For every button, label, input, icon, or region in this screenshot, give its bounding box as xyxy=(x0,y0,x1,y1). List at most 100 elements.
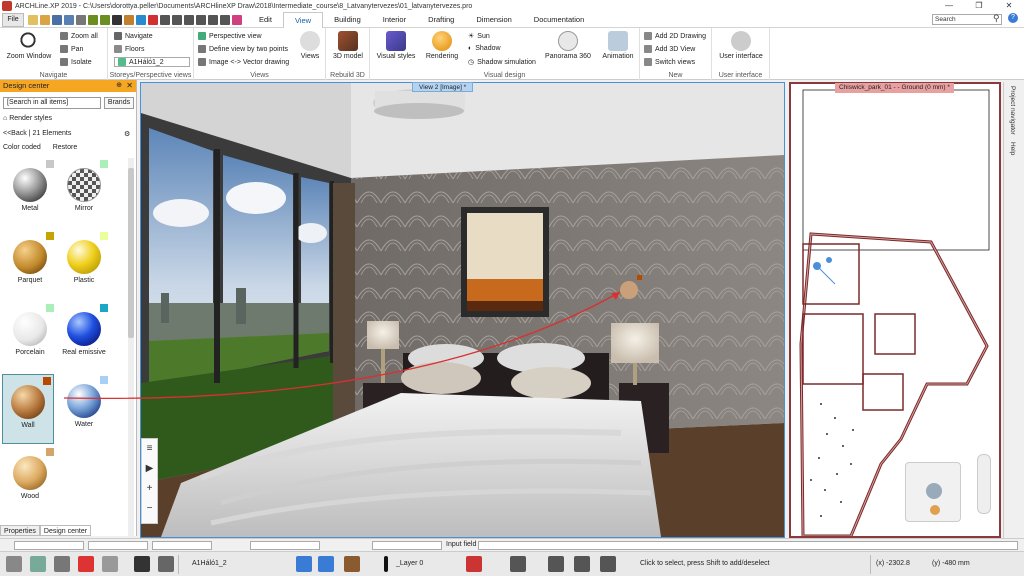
brush-icon[interactable] xyxy=(124,14,134,25)
material-mirror[interactable]: Mirror xyxy=(58,158,110,228)
animation-button[interactable]: Animation xyxy=(598,31,638,60)
image-vector-button[interactable]: Image <-> Vector drawing xyxy=(198,58,289,66)
design-center-search-input[interactable]: [Search in all items] xyxy=(3,97,101,109)
print-icon[interactable] xyxy=(76,14,86,25)
3d-model-button[interactable]: 3D model xyxy=(329,31,367,60)
zoom-all-button[interactable]: Zoom all xyxy=(60,32,98,40)
zoom-window-button[interactable]: Zoom Window xyxy=(5,31,53,60)
material-parquet[interactable]: Parquet xyxy=(4,230,56,300)
material-metal[interactable]: Metal xyxy=(4,158,56,228)
select-cursor-icon[interactable] xyxy=(134,556,150,572)
status-view-select[interactable]: A1Háló1_2 xyxy=(192,560,227,567)
delete-icon[interactable] xyxy=(148,14,158,25)
dimension-icon[interactable] xyxy=(208,14,218,25)
transform-icon[interactable] xyxy=(548,556,564,572)
magnet-icon[interactable] xyxy=(78,556,94,572)
save-icon[interactable] xyxy=(52,14,62,25)
sun-button[interactable]: ☀ Sun xyxy=(468,32,490,41)
tab-design-center[interactable]: Design center xyxy=(39,525,92,536)
eraser-icon[interactable] xyxy=(466,556,482,572)
arrow-up-icon[interactable] xyxy=(296,556,312,572)
rendering-button[interactable]: Rendering xyxy=(422,31,462,60)
offset-icon[interactable] xyxy=(196,14,206,25)
shadow-simulation-button[interactable]: ◷ Shadow simulation xyxy=(468,58,536,67)
link-icon[interactable] xyxy=(600,556,616,572)
navigation-cube[interactable] xyxy=(905,462,961,522)
command-field-2[interactable] xyxy=(88,541,148,550)
shadow-button[interactable]: ◐ Shadow xyxy=(468,45,501,52)
snap-icon[interactable] xyxy=(30,556,46,572)
pan-button[interactable]: Pan xyxy=(60,45,83,53)
list-icon[interactable]: ≡ xyxy=(142,439,157,459)
floors-button[interactable]: Floors xyxy=(114,45,144,53)
switch-views-button[interactable]: Switch views xyxy=(644,58,695,66)
tab-documentation[interactable]: Documentation xyxy=(523,12,595,28)
layer-name[interactable]: _Layer 0 xyxy=(396,560,423,567)
paint-icon[interactable] xyxy=(232,14,242,25)
sphere-view-icon[interactable] xyxy=(930,505,940,515)
pen-icon[interactable] xyxy=(510,556,526,572)
perspective-view-button[interactable]: Perspective view xyxy=(198,32,262,40)
material-real-emissive[interactable]: Real emissive xyxy=(58,302,110,372)
close-button[interactable]: ✕ xyxy=(994,0,1024,12)
3d-view-window[interactable]: View 2 [Image] * ≡ ▶ + − xyxy=(140,82,785,538)
hammer-small-icon[interactable] xyxy=(344,556,360,572)
close-panel-icon[interactable]: ✕ xyxy=(126,80,133,92)
views-button[interactable]: Views xyxy=(296,31,324,60)
material-plastic[interactable]: Plastic xyxy=(58,230,110,300)
tab-building[interactable]: Building xyxy=(323,12,372,28)
tab-drafting[interactable]: Drafting xyxy=(417,12,465,28)
play-icon[interactable]: ▶ xyxy=(142,459,157,479)
command-field-1[interactable] xyxy=(14,541,84,550)
tab-dimension[interactable]: Dimension xyxy=(465,12,522,28)
zoom-slider[interactable] xyxy=(977,454,991,514)
material-water[interactable]: Water xyxy=(58,374,110,444)
tab-interior[interactable]: Interior xyxy=(372,12,417,28)
project-navigator-tab[interactable]: Project navigator xyxy=(1009,86,1016,135)
tab-view[interactable]: View xyxy=(282,11,324,28)
zoom-in-icon[interactable]: + xyxy=(142,479,157,499)
undo-icon[interactable] xyxy=(88,14,98,25)
grid-settings-icon[interactable] xyxy=(6,556,22,572)
arrow-down-icon[interactable] xyxy=(318,556,334,572)
list-view-icon[interactable] xyxy=(158,556,174,572)
help-icon[interactable]: ? xyxy=(1008,13,1018,23)
save-all-icon[interactable] xyxy=(64,14,74,25)
shape-icon[interactable] xyxy=(220,14,230,25)
command-input[interactable] xyxy=(478,541,1018,550)
file-button[interactable]: File xyxy=(2,12,24,27)
material-list-scrollbar[interactable] xyxy=(128,158,134,576)
new-file-icon[interactable] xyxy=(28,14,38,25)
search-input[interactable]: Search xyxy=(932,14,1002,25)
brands-button[interactable]: Brands xyxy=(104,97,134,109)
material-porcelain[interactable]: Porcelain xyxy=(4,302,56,372)
command-field-5[interactable] xyxy=(372,541,442,550)
visual-styles-button[interactable]: Visual styles xyxy=(374,31,418,60)
help-tab[interactable]: Help xyxy=(1009,142,1016,155)
pin-icon[interactable]: ⊕ xyxy=(116,80,122,92)
zoom-out-icon[interactable]: − xyxy=(142,499,157,519)
scrollbar-thumb[interactable] xyxy=(128,168,134,338)
command-field-3[interactable] xyxy=(152,541,212,550)
frame-icon[interactable] xyxy=(54,556,70,572)
pointer-icon[interactable] xyxy=(112,14,122,25)
search-icon[interactable]: ⚲ xyxy=(993,13,1000,24)
pipette-icon[interactable] xyxy=(136,14,146,25)
tab-edit[interactable]: Edit xyxy=(248,12,283,28)
user-interface-button[interactable]: User interface xyxy=(716,31,766,60)
back-link[interactable]: <<Back xyxy=(3,130,27,137)
define-view-button[interactable]: Define view by two points xyxy=(198,45,288,53)
material-wood[interactable]: Wood xyxy=(4,446,56,516)
settings-gear-icon[interactable]: ⚙ xyxy=(124,130,130,138)
3d-view-title[interactable]: View 2 [Image] * xyxy=(412,82,474,92)
add-2d-drawing-button[interactable]: Add 2D Drawing xyxy=(644,32,706,40)
color-coded-label[interactable]: Color coded xyxy=(3,144,41,151)
add-3d-view-button[interactable]: Add 3D View xyxy=(644,45,695,53)
orbit-control-icon[interactable] xyxy=(926,483,942,499)
material-wall[interactable]: Wall xyxy=(2,374,54,444)
restore-label[interactable]: Restore xyxy=(53,144,78,151)
rotate-icon[interactable] xyxy=(184,14,194,25)
copy-icon[interactable] xyxy=(172,14,182,25)
view-select[interactable]: A1Háló1_2 xyxy=(114,57,190,67)
globe-icon[interactable] xyxy=(574,556,590,572)
